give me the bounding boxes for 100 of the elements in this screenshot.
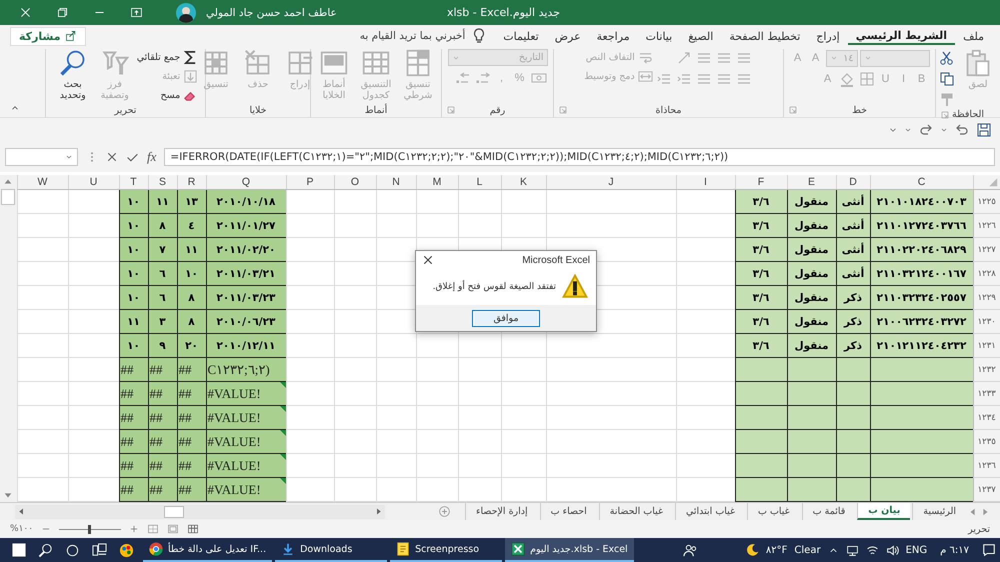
zoom-in-icon[interactable] [129, 524, 140, 534]
column-header[interactable]: M [416, 175, 458, 190]
taskbar-app[interactable]: جديد اليوم.xlsb - Excel [505, 538, 634, 562]
scrollbar-thumb[interactable] [1, 189, 15, 205]
column-header[interactable]: K [501, 175, 546, 190]
scroll-left-icon[interactable] [17, 507, 26, 516]
zoom-level[interactable]: ١٠٠% [10, 524, 34, 534]
people-icon[interactable] [682, 542, 698, 558]
table-cell: ٩ [148, 334, 177, 358]
scrollbar-thumb[interactable] [164, 506, 184, 518]
column-header[interactable]: L [458, 175, 501, 190]
row-header[interactable]: ١٢٢٩ [973, 286, 1000, 310]
column-header[interactable]: P [286, 175, 334, 190]
row-header[interactable]: ١٢٣٥ [973, 430, 1000, 454]
network-icon[interactable] [846, 544, 859, 556]
ribbon-button[interactable]: بحث وتحديد [52, 49, 93, 101]
row-header[interactable]: ١٢٣٢ [973, 358, 1000, 382]
row-header[interactable]: ١٢٣٦ [973, 454, 1000, 478]
column-header[interactable]: W [17, 175, 68, 190]
launcher-icon[interactable] [559, 106, 567, 114]
page-layout-icon[interactable] [167, 523, 180, 535]
zoom-slider-thumb[interactable] [88, 524, 92, 534]
ribbon-button[interactable]: جمع تلقائي [136, 49, 198, 65]
ribbon-tab[interactable]: الشريط الرئيسي [848, 27, 956, 45]
column-header[interactable]: S [148, 175, 177, 190]
column-header[interactable]: N [376, 175, 416, 190]
column-header[interactable]: U [68, 175, 119, 190]
ribbon-tab[interactable]: عرض [546, 26, 589, 46]
column-header[interactable]: E [787, 175, 836, 190]
ribbon-button[interactable]: مسح [160, 87, 198, 103]
taskbar-app[interactable]: Downloads [275, 538, 388, 562]
column-header[interactable]: J [546, 175, 676, 190]
column-header[interactable]: D [836, 175, 870, 190]
notification-icon[interactable] [982, 543, 996, 557]
moon-icon[interactable] [744, 543, 759, 557]
close-icon[interactable] [422, 254, 434, 266]
copy-icon[interactable] [939, 71, 955, 87]
volume-icon[interactable] [886, 544, 899, 556]
user-name: عاطف احمد حسن جاد المولي [206, 6, 337, 18]
clock[interactable]: ٦:١٧ م [940, 544, 969, 556]
column-header[interactable]: C [870, 175, 973, 190]
row-header[interactable]: ١٢٢٦ [973, 214, 1000, 238]
scrollbar[interactable] [15, 504, 385, 518]
language-indicator[interactable]: ENG [906, 544, 928, 556]
ribbon-tab[interactable]: ملف [955, 26, 992, 46]
column-header[interactable]: I [676, 175, 735, 190]
tell-me-field[interactable]: أخبرني بما تريد القيام به [358, 27, 468, 45]
paint-palette-icon[interactable] [119, 542, 134, 558]
insert-function-button[interactable]: fx [147, 149, 156, 165]
ribbon-tab[interactable]: تخطيط الصفحة [721, 26, 808, 46]
save-icon[interactable] [976, 122, 992, 138]
launcher-icon[interactable] [447, 106, 455, 114]
add-sheet-icon[interactable] [438, 505, 452, 518]
search-icon[interactable] [38, 542, 53, 558]
row-header[interactable]: ١٢٣٠ [973, 310, 1000, 334]
ribbon-tab[interactable]: بيانات [638, 26, 680, 46]
row-header[interactable]: ١٢٢٧ [973, 238, 1000, 262]
share-button[interactable]: مشاركة [10, 26, 86, 46]
ok-button[interactable]: موافق [472, 310, 540, 326]
column-header[interactable]: R [177, 175, 206, 190]
restore-icon[interactable] [56, 6, 69, 19]
launcher-icon[interactable] [789, 106, 797, 114]
ribbon-tab[interactable]: تعليمات [495, 26, 547, 46]
formula-field[interactable]: =IFERROR(DATE(IF(LEFT(C١٢٣٢;١)="٢";MID(C١٢٣٢;٢;٢);"٢٠"&MID(C١٢٣٢;٢;٢));MID(C١٢٣٢;٤;٢);MID(C١٢٣٢;٦;٢)) [164, 148, 995, 166]
ribbon-tab[interactable]: الصيغ [680, 26, 722, 46]
row-header[interactable]: ١٢٣٧ [973, 478, 1000, 502]
launcher-icon[interactable] [941, 111, 949, 119]
caret-icon[interactable] [940, 126, 948, 134]
sheet-tab[interactable]: بيان ب [857, 503, 910, 520]
row-header[interactable]: ١٢٣١ [973, 334, 1000, 358]
row-header[interactable]: ١٢٣٤ [973, 406, 1000, 430]
weather-condition[interactable]: Clear [794, 544, 821, 556]
scissors-icon[interactable] [939, 50, 955, 66]
page-break-icon[interactable] [147, 523, 160, 535]
table-cell: ذكر [836, 286, 870, 310]
ribbon-display-icon[interactable] [130, 6, 143, 19]
column-header[interactable]: T [119, 175, 148, 190]
temperature[interactable]: ٨٢°F [766, 544, 788, 556]
circle-icon[interactable] [65, 542, 80, 558]
merge-icon [638, 68, 653, 84]
scrollbar[interactable] [0, 175, 16, 502]
ribbon-tab[interactable]: إدراج [808, 26, 848, 46]
windows-icon[interactable] [12, 543, 26, 557]
row-header[interactable]: ١٢٢٨ [973, 262, 1000, 286]
row-header[interactable]: ١٢٣٣ [973, 382, 1000, 406]
name-box[interactable] [5, 148, 78, 166]
column-header[interactable]: F [735, 175, 787, 190]
taskbar-app[interactable]: Screenpresso [390, 538, 502, 562]
normal-view-icon[interactable] [187, 523, 200, 535]
task-view-icon[interactable] [92, 542, 107, 558]
wifi-icon[interactable] [866, 544, 879, 556]
cancel-icon[interactable] [106, 151, 118, 163]
caret-icon[interactable] [904, 126, 912, 134]
column-header[interactable]: O [334, 175, 376, 190]
scroll-right-icon[interactable] [374, 507, 383, 516]
column-header[interactable]: Q [206, 175, 286, 190]
ribbon-tab[interactable]: مراجعة [588, 26, 638, 46]
taskbar-app[interactable]: تعديل على دالة خطأ IF... [143, 538, 272, 562]
row-header[interactable]: ١٢٢٥ [973, 190, 1000, 214]
select-all-icon[interactable] [989, 178, 998, 186]
